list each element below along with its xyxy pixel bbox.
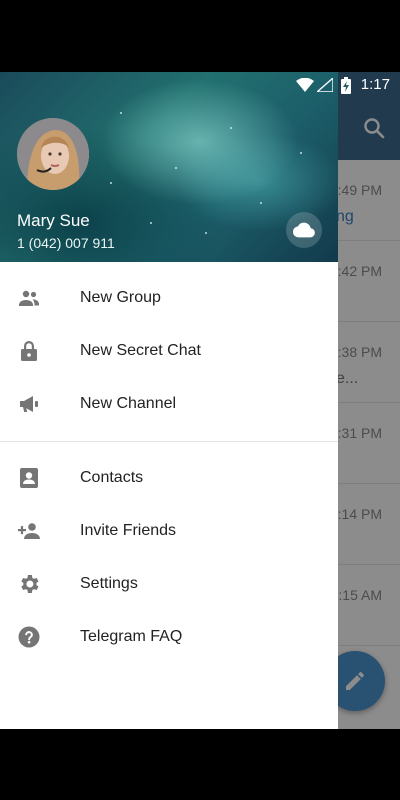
status-bar: 1:17 (0, 72, 400, 98)
add-person-icon (17, 519, 41, 543)
avatar[interactable] (17, 118, 89, 190)
signal-icon (315, 76, 334, 97)
menu-item-new-group[interactable]: New Group (0, 272, 338, 325)
lock-icon (17, 339, 41, 363)
menu-item-new-secret-chat[interactable]: New Secret Chat (0, 325, 338, 378)
user-name: Mary Sue (17, 211, 90, 230)
menu-item-label: Contacts (80, 469, 144, 486)
menu-item-new-channel[interactable]: New Channel (0, 378, 338, 431)
menu-item-label: New Channel (80, 395, 177, 412)
group-icon (17, 286, 41, 310)
contacts-icon (17, 466, 41, 490)
status-time: 1:17 (360, 76, 390, 93)
user-phone: 1 (042) 007 911 (17, 235, 115, 251)
battery-charging-icon (341, 77, 351, 99)
drawer-menu: New Group New Secret Chat New Channel Co… (0, 262, 338, 664)
menu-item-label: Telegram FAQ (80, 628, 183, 645)
menu-item-contacts[interactable]: Contacts (0, 452, 338, 505)
drawer-header: Mary Sue 1 (042) 007 911 (0, 72, 338, 262)
user-photo (17, 118, 89, 190)
menu-item-label: Invite Friends (80, 522, 177, 539)
saved-messages-button[interactable] (286, 212, 322, 248)
menu-item-settings[interactable]: Settings (0, 558, 338, 611)
menu-item-label: New Group (80, 289, 161, 306)
megaphone-icon (17, 392, 41, 416)
menu-divider (0, 441, 338, 442)
gear-icon (17, 572, 41, 596)
help-icon (17, 625, 41, 649)
wifi-icon (296, 77, 314, 97)
menu-item-label: New Secret Chat (80, 342, 201, 359)
menu-item-invite-friends[interactable]: Invite Friends (0, 505, 338, 558)
cloud-icon (293, 222, 315, 238)
menu-item-telegram-faq[interactable]: Telegram FAQ (0, 611, 338, 664)
screen: 4:49 PM ng 4:42 PM 4:38 PM e... 4:31 PM … (0, 72, 400, 729)
menu-item-label: Settings (80, 575, 138, 592)
navigation-drawer: Mary Sue 1 (042) 007 911 New Group New S… (0, 72, 338, 729)
